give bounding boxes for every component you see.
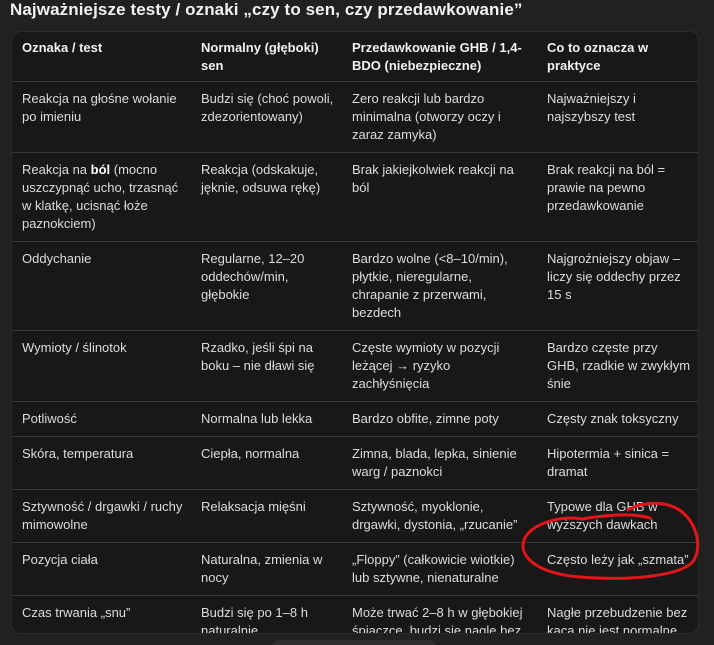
cell-overdose: „Floppy” (całkowicie wiotkie) lub sztywn… <box>342 542 537 596</box>
cell-sign: Skóra, temperatura <box>12 436 191 490</box>
cell-normal: Normalna lub lekka <box>191 401 342 437</box>
cell-meaning: Hipotermia + sinica = dramat <box>537 436 698 490</box>
cell-overdose: Częste wymioty w pozycji leżącej → ryzyk… <box>342 330 537 402</box>
comparison-table-container[interactable]: Oznaka / test Normalny (głęboki) sen Prz… <box>11 31 699 634</box>
table-row: Skóra, temperatura Ciepła, normalna Zimn… <box>12 436 698 490</box>
cell-meaning: Najgroźniejszy objaw – liczy się oddechy… <box>537 241 698 331</box>
page-title: Najważniejsze testy / oznaki „czy to sen… <box>10 0 523 19</box>
cell-overdose: Bardzo obfite, zimne poty <box>342 401 537 437</box>
column-header-normal-sleep: Normalny (głęboki) sen <box>201 40 319 73</box>
cell-normal: Regularne, 12–20 oddechów/min, głębokie <box>191 241 342 331</box>
cell-sign: Potliwość <box>12 401 191 437</box>
cell-normal: Relaksacja mięśni <box>191 489 342 543</box>
cell-overdose: Zimna, blada, lepka, sinienie warg / paz… <box>342 436 537 490</box>
cell-overdose: Sztywność, myoklonie, drgawki, dystonia,… <box>342 489 537 543</box>
cell-normal: Budzi się (choć powoli, zdezorientowany) <box>191 81 342 153</box>
cell-meaning: Bardzo częste przy GHB, rzadkie w zwykły… <box>537 330 698 402</box>
cell-meaning: Typowe dla GHB w wyższych dawkach <box>537 489 698 543</box>
cell-sign-prefix: Reakcja na <box>22 162 91 177</box>
cell-sign: Wymioty / ślinotok <box>12 330 191 402</box>
cell-sign: Oddychanie <box>12 241 191 331</box>
cell-sign: Reakcja na ból (mocno uszczypnąć ucho, t… <box>12 152 191 242</box>
table-row: Reakcja na głośne wołanie po imieniu Bud… <box>12 81 698 153</box>
cell-normal: Budzi się po 1–8 h naturalnie <box>191 595 342 633</box>
table-row: Wymioty / ślinotok Rzadko, jeśli śpi na … <box>12 330 698 402</box>
cell-meaning: Często leży jak „szmata” <box>537 542 698 596</box>
cell-overdose: Może trwać 2–8 h w głębokiej śpiączce, b… <box>342 595 537 633</box>
cell-sign: Sztywność / drgawki / ruchy mimowolne <box>12 489 191 543</box>
cell-meaning: Nagłe przebudzenie bez kaca nie jest nor… <box>537 595 698 633</box>
cell-overdose: Zero reakcji lub bardzo minimalna (otwor… <box>342 81 537 153</box>
cell-normal: Reakcja (odskakuje, jęknie, odsuwa rękę) <box>191 152 342 242</box>
cell-overdose: Bardzo wolne (<8–10/min), płytkie, niere… <box>342 241 537 331</box>
table-row: Reakcja na ból (mocno uszczypnąć ucho, t… <box>12 152 698 242</box>
column-header-overdose: Przedawkowanie GHB / 1,4-BDO (niebezpiec… <box>352 40 522 73</box>
table-header-row: Oznaka / test Normalny (głęboki) sen Prz… <box>12 32 698 82</box>
table-row: Oddychanie Regularne, 12–20 oddechów/min… <box>12 241 698 331</box>
page: Najważniejsze testy / oznaki „czy to sen… <box>0 0 714 645</box>
cell-sign: Pozycja ciała <box>12 542 191 596</box>
cell-normal: Naturalna, zmienia w nocy <box>191 542 342 596</box>
cell-sign: Czas trwania „snu” <box>12 595 191 633</box>
column-header-sign: Oznaka / test <box>22 40 103 55</box>
cell-sign: Reakcja na głośne wołanie po imieniu <box>12 81 191 153</box>
column-header-meaning: Co to oznacza w praktyce <box>547 40 649 73</box>
cell-normal: Rzadko, jeśli śpi na boku – nie dławi si… <box>191 330 342 402</box>
table-row: Potliwość Normalna lub lekka Bardzo obfi… <box>12 401 698 437</box>
table-row: Pozycja ciała Naturalna, zmienia w nocy … <box>12 542 698 596</box>
cell-meaning: Częsty znak toksyczny <box>537 401 698 437</box>
cell-meaning: Brak reakcji na ból = prawie na pewno pr… <box>537 152 698 242</box>
cell-overdose: Brak jakiejkolwiek reakcji na ból <box>342 152 537 242</box>
table-row: Sztywność / drgawki / ruchy mimowolne Re… <box>12 489 698 543</box>
cell-meaning: Najważniejszy i najszybszy test <box>537 81 698 153</box>
table-row: Czas trwania „snu” Budzi się po 1–8 h na… <box>12 595 698 633</box>
cell-sign-bold: ból <box>90 162 111 177</box>
cell-normal: Ciepła, normalna <box>191 436 342 490</box>
scroll-to-bottom-button[interactable] <box>272 640 436 645</box>
comparison-table: Oznaka / test Normalny (głęboki) sen Prz… <box>12 32 698 633</box>
